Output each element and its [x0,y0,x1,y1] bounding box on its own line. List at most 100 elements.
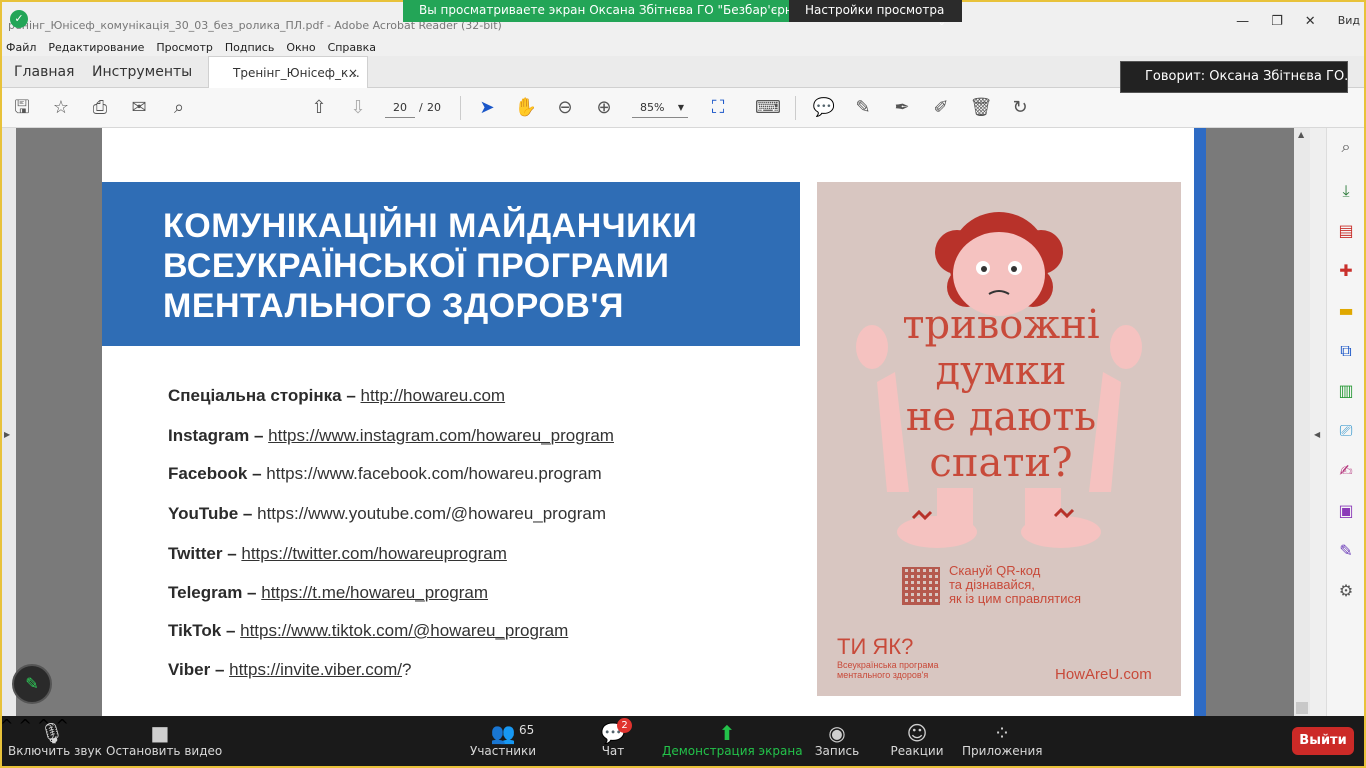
request-signature-icon[interactable]: ✎ [1335,540,1357,562]
email-icon[interactable]: ✉ [127,96,151,120]
slide-title-line: ВСЕУКРАЇНСЬКОЇ ПРОГРАМИ [163,247,670,285]
zoom-in-icon[interactable]: ⊕ [592,96,616,120]
unmute-button[interactable]: 🎙 Включить звук [8,716,102,768]
poster-brand: ТИ ЯК? [837,634,914,659]
link-url[interactable]: https://www.facebook.com/howareu.program [266,464,601,483]
unmute-label: Включить звук [8,744,102,758]
delete-icon[interactable]: 🗑 [969,96,993,120]
left-pane-toggle[interactable]: ▶ [0,128,16,716]
stop-video-button[interactable]: ■ Остановить видео [106,716,222,768]
link-label: YouTube [168,504,239,523]
view-overflow-label[interactable]: Вид [1338,14,1360,29]
brand-subtitle-line: Всеукраїнська програма [837,660,939,670]
reactions-button[interactable]: ☺ Реакции [888,716,946,768]
page-number-input[interactable]: 20 [385,98,415,118]
menu-view[interactable]: Просмотр [156,41,212,54]
link-row-youtube: YouTube – https://www.youtube.com/@howar… [168,504,606,524]
tab-tools[interactable]: Инструменты [92,56,192,88]
save-icon[interactable]: 🖫 [10,96,34,120]
record-label: Запись [814,744,860,758]
link-url[interactable]: https://www.instagram.com/howareu_progra… [268,426,614,445]
record-button[interactable]: ◉ Запись [812,716,862,768]
page-down-icon[interactable]: ⇩ [346,96,370,120]
comment-icon[interactable]: 💬 [812,96,836,120]
menu-file[interactable]: Файл [6,41,36,54]
apps-button[interactable]: ⁘ Приложения [962,716,1043,768]
scroll-mode-icon[interactable]: ⌨ [755,96,781,120]
select-cursor-icon[interactable]: ➤ [475,96,499,120]
search-icon[interactable]: ⌕ [167,96,191,120]
link-url[interactable]: https://twitter.com/howareuprogram [241,544,507,563]
minimize-button[interactable]: — [1236,14,1249,29]
close-window-button[interactable]: ✕ [1305,14,1316,29]
apps-grid-icon: ⁘ [993,721,1011,745]
edit-pdf-icon[interactable]: ▣ [1335,500,1357,522]
page-gutter [1206,128,1294,716]
link-url[interactable]: https://www.youtube.com/@howareu_program [257,504,606,523]
scan-ocr-icon[interactable]: ⎚ [1335,420,1357,442]
combine-files-icon[interactable]: ⧉ [1335,340,1357,362]
chevron-down-icon: ⌄ [937,17,946,28]
zoom-out-icon[interactable]: ⊖ [553,96,577,120]
apps-label: Приложения [962,744,1043,758]
qr-caption-line: Скануй QR-код [949,563,1041,578]
microphone-muted-icon: 🎙 [39,721,65,745]
vertical-scrollbar[interactable]: ▲ [1294,128,1310,716]
bookmark-star-icon[interactable]: ☆ [49,96,73,120]
viewing-message: Вы просматриваете экран Оксана Збітнєва … [403,0,789,22]
link-label: TikTok [168,621,222,640]
leave-meeting-button[interactable]: Выйти [1292,727,1354,755]
active-speaker-label: Говорит: Оксана Збітнєва ГО... [1120,61,1348,93]
print-icon[interactable]: ⎙ [88,96,112,120]
link-url[interactable]: http://howareu.com [361,386,506,405]
tab-document[interactable]: Тренінг_Юнісеф_к... × [208,56,368,88]
zoom-viewing-banner: Вы просматриваете экран Оксана Збітнєва … [403,0,962,28]
hand-tool-icon[interactable]: ✋ [514,96,538,120]
export-pdf-icon[interactable]: ⤓ [1335,180,1357,202]
campaign-poster: тривожні думки не дають спати? Скануй QR… [817,182,1181,696]
create-pdf-icon[interactable]: ✚ [1335,260,1357,282]
view-options-dropdown[interactable]: Настройки просмотра ⌄ [789,0,962,28]
link-label: Twitter [168,544,223,563]
close-tab-icon[interactable]: × [348,57,358,89]
link-url[interactable]: https://www.tiktok.com/@howareu_program [240,621,568,640]
brand-subtitle-line: ментального здоров'я [837,670,929,680]
zoom-level-select[interactable]: 85% ▼ [632,98,688,118]
tab-home[interactable]: Главная [14,56,74,88]
more-tools-icon[interactable]: ⚙ [1335,580,1357,602]
menu-sign[interactable]: Подпись [225,41,274,54]
menu-window[interactable]: Окно [286,41,315,54]
view-options-label: Настройки просмотра [805,3,945,17]
annotate-pencil-icon[interactable]: ✎ [12,664,52,704]
scroll-up-icon[interactable]: ▲ [1298,130,1304,139]
document-viewport[interactable]: ▶ КОМУНІКАЦІЙНІ МАЙДАНЧИКИ ВСЕУКРАЇНСЬКО… [0,128,1326,716]
link-label: Viber [168,660,211,679]
sign-icon[interactable]: ✒ [890,96,914,120]
link-label: Telegram [168,583,243,602]
menu-help[interactable]: Справка [328,41,376,54]
organize-pages-icon[interactable]: ▤ [1335,220,1357,242]
rotate-icon[interactable]: ↻ [1008,96,1032,120]
page-up-icon[interactable]: ⇧ [307,96,331,120]
scroll-thumb[interactable] [1296,702,1308,714]
poster-word: думки [935,348,1067,394]
stamp-icon[interactable]: ✐ [929,96,953,120]
highlight-pen-icon[interactable]: ✎ [851,96,875,120]
search-zoom-icon[interactable]: ⌕ [1335,136,1357,158]
link-row-viber: Viber – https://invite.viber.com/? [168,660,412,680]
qr-code-icon [902,567,940,605]
link-url[interactable]: https://t.me/howareu_program [261,583,488,602]
share-screen-button[interactable]: ⬆ Демонстрация экрана [662,716,803,768]
menu-edit[interactable]: Редактирование [48,41,144,54]
link-label: Facebook [168,464,248,483]
link-row-telegram: Telegram – https://t.me/howareu_program [168,583,488,603]
fill-sign-icon[interactable]: ✍ [1335,460,1357,482]
comment-tool-icon[interactable]: ▬ [1335,300,1357,322]
link-separator: – [242,583,262,602]
compress-icon[interactable]: ▥ [1335,380,1357,402]
chevron-down-icon: ▼ [677,103,684,112]
maximize-button[interactable]: ❐ [1271,14,1283,29]
right-pane-toggle[interactable]: ◀ [1310,128,1326,716]
link-url[interactable]: https://invite.viber.com/ [229,660,402,679]
fit-page-icon[interactable]: ⛶ [706,96,730,120]
